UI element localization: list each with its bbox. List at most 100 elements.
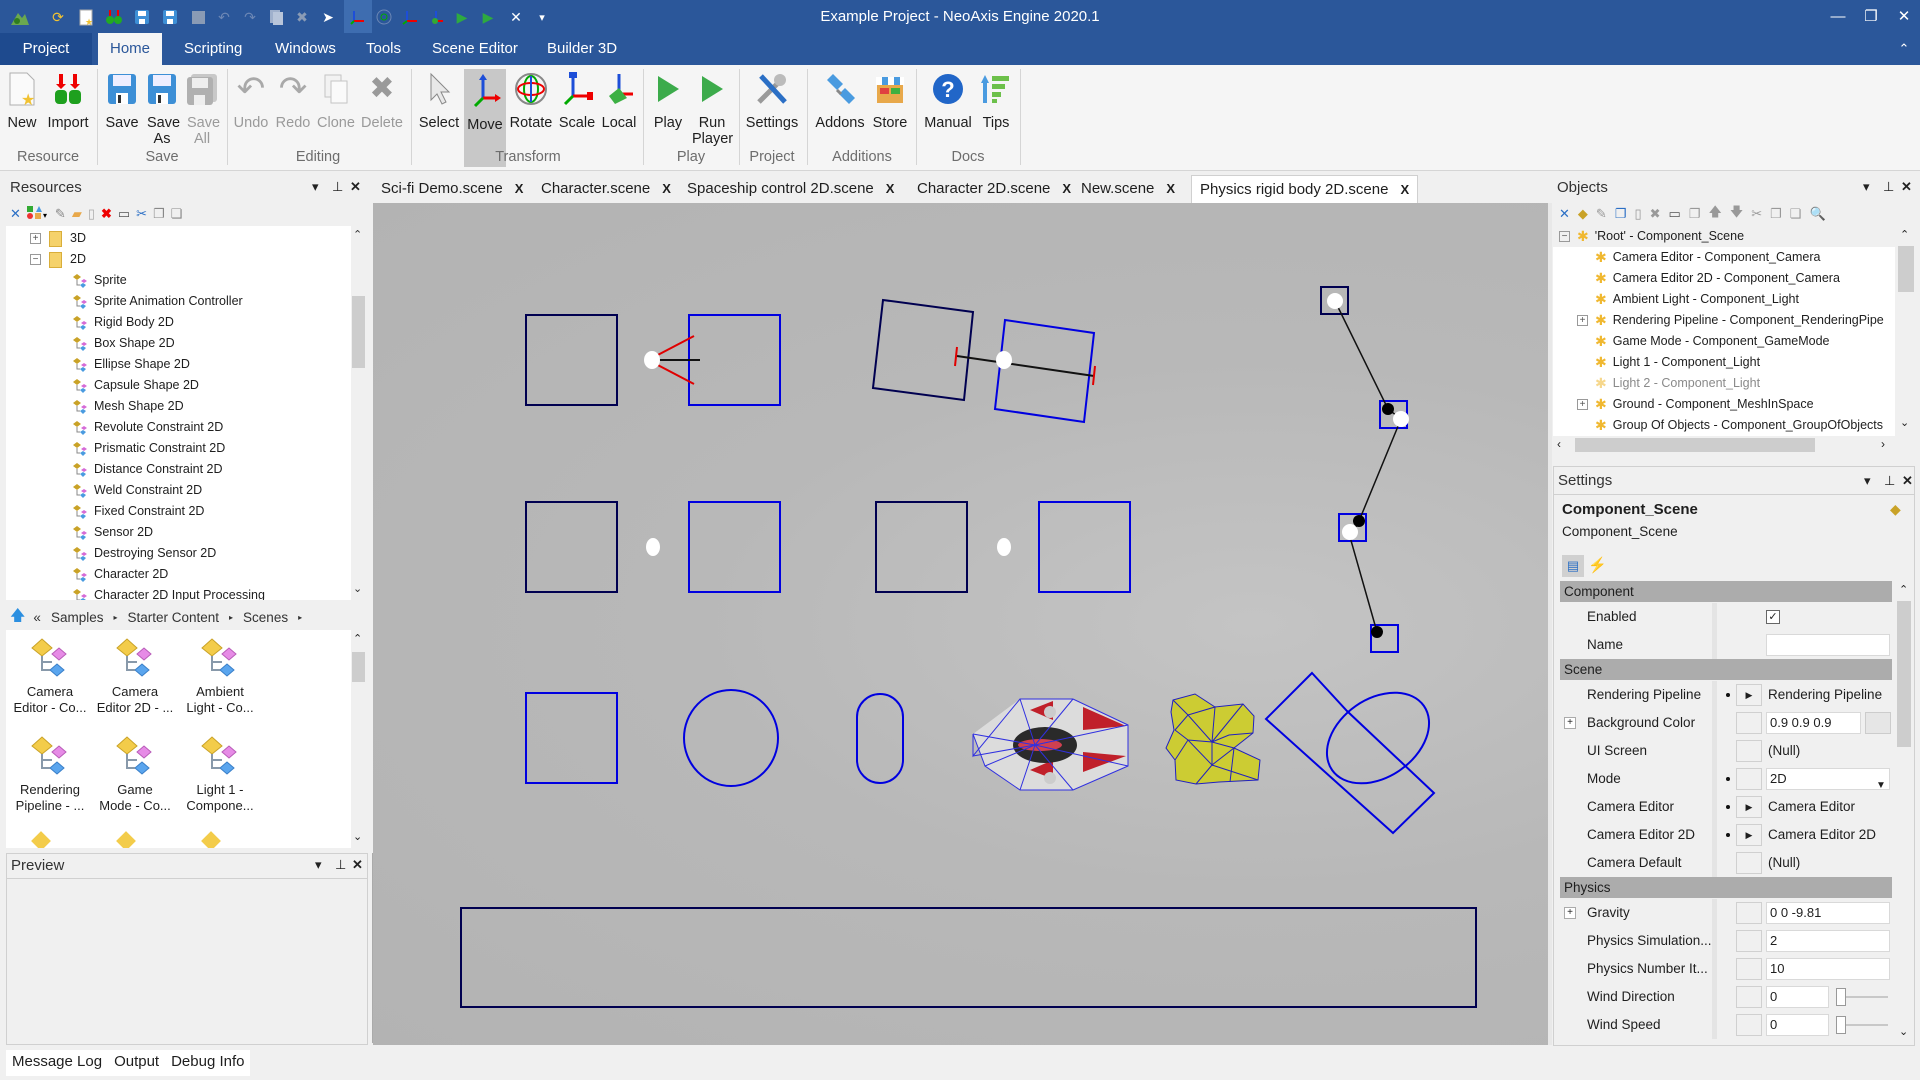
property-category[interactable]: Scene <box>1560 659 1892 680</box>
ground-body[interactable] <box>460 907 1477 1008</box>
copy-icon[interactable]: ❐ <box>153 206 165 222</box>
edit-icon[interactable]: ✎ <box>1596 206 1607 222</box>
redo-button[interactable]: ↷ Redo <box>272 67 314 151</box>
panel-menu-icon[interactable]: ▾ <box>1864 473 1871 489</box>
property-input[interactable]: 0 <box>1766 1014 1829 1036</box>
tab-windows[interactable]: Windows <box>263 33 348 65</box>
save-all-icon[interactable] <box>188 7 208 27</box>
collapse-ribbon-button[interactable]: ⌃ <box>1886 37 1920 61</box>
reference-button[interactable]: ▶ <box>1736 684 1762 706</box>
navigate-up-icon[interactable]: 🡅 <box>10 605 25 630</box>
collapse-icon[interactable]: − <box>1559 231 1570 242</box>
property-category[interactable]: Component <box>1560 581 1892 602</box>
enabled-checkbox[interactable]: ✓ <box>1766 610 1780 624</box>
object-tree-item[interactable]: ✱ Camera Editor - Component_Camera <box>1553 247 1895 268</box>
paste-icon[interactable]: ❏ <box>171 206 183 222</box>
scene-canvas[interactable] <box>373 203 1548 1045</box>
refresh-icon[interactable]: ⟳ <box>48 7 68 27</box>
save-all-button[interactable]: Save All <box>182 67 222 151</box>
reference-button[interactable] <box>1736 1014 1762 1036</box>
run-player-button[interactable]: Run Player <box>690 67 734 151</box>
close-tab-icon[interactable]: X <box>1166 181 1175 196</box>
property-input[interactable] <box>1766 634 1890 656</box>
move-down-icon[interactable]: 🡇 <box>1730 203 1743 225</box>
pin-icon[interactable]: ⊥ <box>332 179 343 195</box>
save-as-button[interactable]: Save As <box>142 67 182 151</box>
doc-tab[interactable]: Sci-fi Demo.scene X <box>373 175 531 203</box>
column-splitter[interactable] <box>1712 631 1717 659</box>
mesh-shape[interactable] <box>1165 693 1261 785</box>
addons-button[interactable]: Addons <box>812 67 868 151</box>
new-folder-icon[interactable]: ▰ <box>72 206 82 222</box>
object-tree-item[interactable]: ✱ Light 1 - Component_Light <box>1553 352 1895 373</box>
minimize-button[interactable]: — <box>1820 5 1856 29</box>
slider-thumb[interactable] <box>1836 988 1846 1006</box>
rigid-body-dynamic[interactable] <box>688 501 781 593</box>
play-button[interactable]: Play <box>648 67 688 151</box>
property-input[interactable]: 0.9 0.9 0.9 <box>1766 712 1861 734</box>
reference-button[interactable]: ▶ <box>1736 824 1762 846</box>
column-splitter[interactable] <box>1712 899 1717 927</box>
close-tab-icon[interactable]: X <box>1400 182 1409 197</box>
scroll-thumb[interactable] <box>1575 438 1815 452</box>
column-splitter[interactable] <box>1712 709 1717 737</box>
reference-button[interactable] <box>1736 852 1762 874</box>
expand-icon[interactable]: + <box>1577 315 1588 326</box>
column-splitter[interactable] <box>1712 849 1717 877</box>
tree-folder[interactable]: +3D <box>30 228 86 249</box>
doc-tab[interactable]: New.scene X <box>1073 175 1183 203</box>
view-mode-icon[interactable]: ▾ <box>26 205 49 223</box>
reference-button[interactable] <box>1736 768 1762 790</box>
new-object-icon[interactable]: ▯ <box>1634 206 1641 222</box>
ellipse-shape[interactable] <box>683 689 779 787</box>
scale-icon[interactable] <box>400 7 420 27</box>
scroll-left-icon[interactable]: ‹ <box>1557 437 1561 451</box>
clone-icon[interactable]: ❐ <box>1689 206 1701 222</box>
settings-icon[interactable]: ✕ <box>506 7 526 27</box>
column-splitter[interactable] <box>1712 765 1717 793</box>
scroll-up-icon[interactable]: ⌃ <box>353 632 362 645</box>
add-component-icon[interactable]: ◆ <box>1578 206 1588 222</box>
delete-icon[interactable]: ✖ <box>101 206 112 222</box>
close-panel-icon[interactable]: ✕ <box>1902 473 1913 489</box>
column-splitter[interactable] <box>1712 955 1717 983</box>
local-button[interactable]: Local <box>598 67 640 151</box>
delete-icon[interactable]: ✖ <box>292 7 312 27</box>
reference-button[interactable] <box>1736 930 1762 952</box>
object-tree-item[interactable]: − ✱ 'Root' - Component_Scene <box>1553 226 1895 247</box>
doc-tab[interactable]: Spaceship control 2D.scene X <box>679 175 902 203</box>
tree-item[interactable]: Weld Constraint 2D <box>72 480 202 501</box>
property-input[interactable]: 0 <box>1766 986 1829 1008</box>
objects-vscrollbar[interactable]: ⌃ ⌄ <box>1895 226 1915 436</box>
tree-item[interactable]: Rigid Body 2D <box>72 312 174 333</box>
slider-thumb[interactable] <box>1836 1016 1846 1034</box>
delete-button[interactable]: ✖ Delete <box>358 67 406 151</box>
tab-project[interactable]: Project <box>0 33 92 65</box>
tree-item[interactable]: Distance Constraint 2D <box>72 459 223 480</box>
scroll-down-icon[interactable]: ⌄ <box>1899 1025 1908 1038</box>
expand-icon[interactable]: + <box>1577 399 1588 410</box>
rigid-body-static[interactable] <box>525 501 618 593</box>
object-tree-item[interactable]: ✱ Game Mode - Component_GameMode <box>1553 331 1895 352</box>
tree-item[interactable]: Mesh Shape 2D <box>72 396 184 417</box>
clone-button[interactable]: Clone <box>314 67 358 151</box>
new-file-icon[interactable]: ★ <box>76 7 96 27</box>
column-splitter[interactable] <box>1712 927 1717 955</box>
breadcrumb-back-icon[interactable]: « <box>33 610 41 625</box>
tab-home[interactable]: Home <box>98 33 163 65</box>
property-input[interactable]: 10 <box>1766 958 1890 980</box>
play-icon[interactable]: ▶ <box>452 7 472 27</box>
rigid-body-static[interactable] <box>875 501 968 593</box>
run-player-icon[interactable]: ▶ <box>478 7 498 27</box>
capsule-shape[interactable] <box>856 693 904 784</box>
object-tree-item[interactable]: + ✱ Rendering Pipeline - Component_Renderi… <box>1553 310 1895 331</box>
new-button[interactable]: ★ New <box>4 67 40 151</box>
resources-tree-scrollbar[interactable]: ⌃ ⌄ <box>351 226 366 600</box>
column-splitter[interactable] <box>1712 821 1717 849</box>
import-icon[interactable] <box>104 7 124 27</box>
constraint-anchor[interactable] <box>996 351 1012 369</box>
property-input[interactable]: 0 0 -9.81 <box>1766 902 1890 924</box>
tab-scripting[interactable]: Scripting <box>172 33 254 65</box>
object-tree-item[interactable]: ✱ Light 2 - Component_Light <box>1553 373 1895 394</box>
copy-icon[interactable]: ❐ <box>1770 206 1782 222</box>
